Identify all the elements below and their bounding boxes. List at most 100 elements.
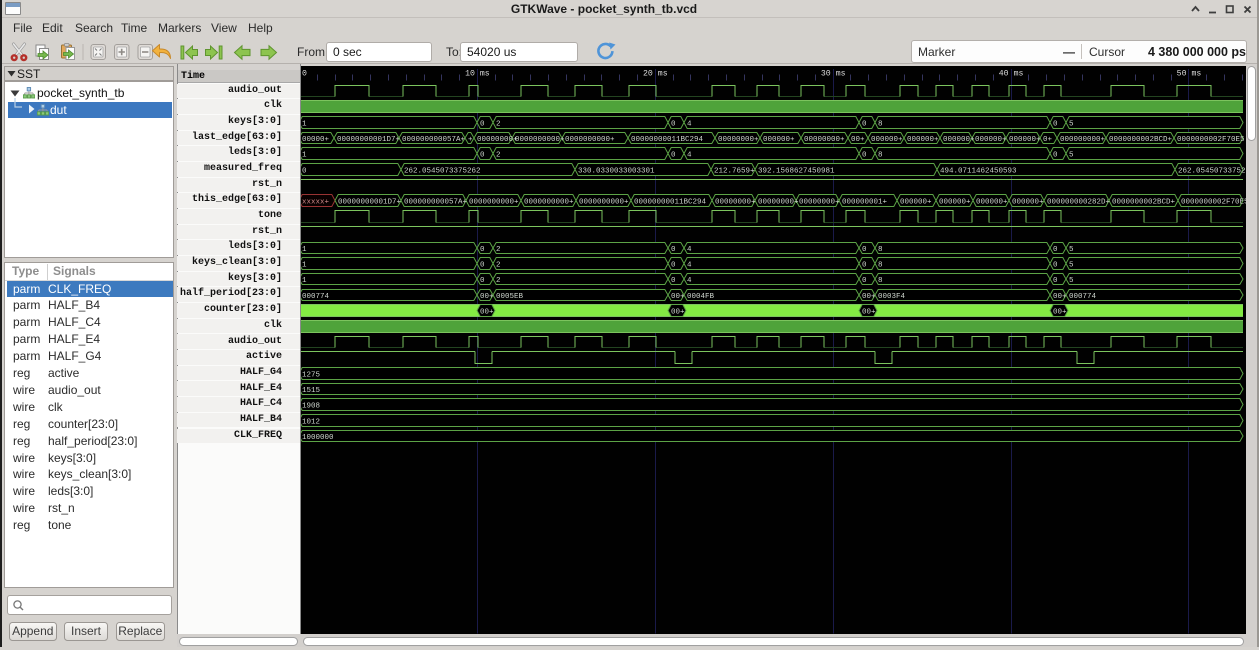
svg-text:000000000057A+: 000000000057A+ (404, 198, 468, 206)
svg-text:10: 10 (465, 70, 475, 79)
svg-text:0: 0 (671, 277, 676, 285)
svg-text:00000000+: 00000000+ (804, 136, 845, 144)
svg-text:00000+: 00000+ (302, 136, 330, 144)
svg-text:0: 0 (1053, 120, 1058, 128)
svg-text:000000+: 000000+ (943, 136, 975, 144)
svg-text:5: 5 (1069, 246, 1074, 254)
svg-text:5: 5 (1069, 277, 1074, 285)
svg-text:8: 8 (878, 261, 883, 269)
svg-text:392.1568627450981: 392.1568627450981 (758, 167, 835, 175)
svg-text:000000+: 000000+ (1012, 198, 1044, 206)
svg-text:1275: 1275 (302, 371, 321, 379)
svg-text:000774: 000774 (1069, 293, 1097, 301)
svg-text:1: 1 (302, 120, 307, 128)
svg-text:000000+: 000000+ (871, 136, 903, 144)
svg-text:1012: 1012 (302, 418, 320, 426)
svg-text:0: 0 (302, 70, 307, 79)
svg-text:0000000000+: 0000000000+ (565, 136, 615, 144)
svg-text:0: 0 (1053, 277, 1058, 285)
svg-text:0000000000+: 0000000000+ (469, 198, 519, 206)
svg-text:00+: 00+ (862, 308, 876, 316)
svg-text:20: 20 (643, 70, 653, 79)
svg-text:0: 0 (480, 277, 485, 285)
svg-text:1: 1 (302, 261, 307, 269)
svg-text:00000000+: 00000000+ (715, 198, 756, 206)
svg-text:8: 8 (878, 120, 883, 128)
svg-text:ms: ms (1192, 70, 1202, 79)
svg-text:ms: ms (658, 70, 668, 79)
svg-text:0: 0 (480, 246, 485, 254)
svg-text:00000000001D7+: 00000000001D7+ (338, 198, 402, 206)
svg-text:00+: 00+ (671, 293, 685, 301)
svg-text:0005EB: 0005EB (496, 293, 524, 301)
svg-text:000000+: 000000+ (900, 198, 932, 206)
svg-text:0000000000+: 0000000000+ (515, 136, 565, 144)
svg-text:5: 5 (1069, 151, 1074, 159)
svg-text:0000000002BCD+: 0000000002BCD+ (1112, 198, 1176, 206)
svg-text:8: 8 (878, 246, 883, 254)
svg-text:000000001+: 000000001+ (842, 198, 888, 206)
svg-text:0000000002F70E5: 0000000002F70E5 (1177, 136, 1245, 144)
svg-text:00+: 00+ (480, 308, 494, 316)
svg-text:2: 2 (496, 277, 501, 285)
svg-text:2: 2 (496, 246, 501, 254)
svg-text:00000000011BC294: 00000000011BC294 (634, 198, 707, 206)
svg-text:0: 0 (302, 167, 307, 175)
svg-text:ms: ms (836, 70, 846, 79)
svg-text:ms: ms (1014, 70, 1024, 79)
svg-text:0+: 0+ (1043, 136, 1053, 144)
svg-text:262.0545073375262: 262.0545073375262 (404, 167, 481, 175)
svg-text:0000000000+: 0000000000+ (579, 198, 629, 206)
svg-text:00+: 00+ (851, 136, 865, 144)
svg-text:1: 1 (302, 151, 307, 159)
svg-text:0003F4: 0003F4 (878, 293, 906, 301)
svg-text:0: 0 (671, 120, 676, 128)
svg-text:00000000+: 00000000+ (718, 136, 759, 144)
svg-text:1908: 1908 (302, 402, 320, 410)
svg-text:50: 50 (1177, 70, 1187, 79)
svg-text:00000000+: 00000000+ (477, 136, 518, 144)
svg-text:494.0711462450593: 494.0711462450593 (940, 167, 1017, 175)
svg-text:0000000002F70E5: 0000000002F70E5 (1181, 198, 1246, 206)
svg-text:1515: 1515 (302, 387, 321, 395)
svg-text:0: 0 (862, 277, 867, 285)
svg-text:000000+: 000000+ (1009, 136, 1041, 144)
svg-text:4: 4 (687, 151, 692, 159)
svg-text:0: 0 (862, 261, 867, 269)
svg-text:000000+: 000000+ (975, 136, 1007, 144)
svg-text:00+: 00+ (1053, 293, 1067, 301)
svg-text:000000000057A+: 000000000057A+ (402, 136, 466, 144)
svg-text:000000+: 000000+ (907, 136, 939, 144)
svg-text:00000000+: 00000000+ (758, 198, 799, 206)
svg-text:0: 0 (1053, 151, 1058, 159)
svg-text:5: 5 (1069, 261, 1074, 269)
svg-text:ms: ms (480, 70, 490, 79)
svg-text:1: 1 (302, 277, 307, 285)
svg-text:000000+: 000000+ (763, 136, 795, 144)
svg-text:000774: 000774 (302, 293, 330, 301)
svg-text:0004FB: 0004FB (687, 293, 715, 301)
svg-text:40: 40 (999, 70, 1009, 79)
svg-text:0: 0 (480, 120, 485, 128)
svg-text:4: 4 (687, 246, 692, 254)
svg-text:00000000011BC294: 00000000011BC294 (631, 136, 704, 144)
svg-text:000000000282D+: 000000000282D+ (1047, 198, 1111, 206)
svg-text:4: 4 (687, 120, 692, 128)
svg-text:8: 8 (878, 151, 883, 159)
svg-text:4: 4 (687, 277, 692, 285)
svg-text:5: 5 (1069, 120, 1074, 128)
svg-text:0: 0 (671, 151, 676, 159)
svg-text:4: 4 (687, 261, 692, 269)
svg-text:00+: 00+ (1053, 308, 1067, 316)
svg-text:2: 2 (496, 151, 501, 159)
svg-text:0000000002BCD+: 0000000002BCD+ (1109, 136, 1173, 144)
svg-text:00+: 00+ (480, 293, 494, 301)
svg-text:000000+: 000000+ (976, 198, 1008, 206)
svg-text:8: 8 (878, 277, 883, 285)
svg-text:262.0545073375262: 262.0545073375262 (1178, 167, 1246, 175)
svg-text:1: 1 (302, 246, 307, 254)
svg-text:212.7659+: 212.7659+ (714, 167, 755, 175)
svg-text:0: 0 (480, 261, 485, 269)
svg-text:0: 0 (1053, 246, 1058, 254)
svg-text:0: 0 (671, 246, 676, 254)
